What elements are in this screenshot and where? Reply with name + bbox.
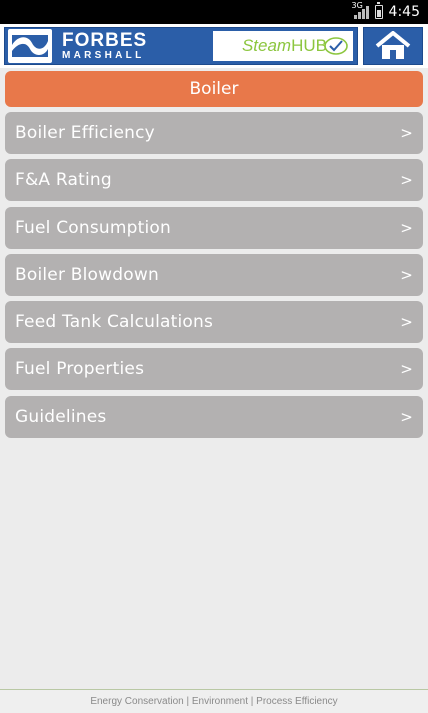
chevron-right-icon: >	[400, 407, 413, 426]
menu-item-guidelines[interactable]: Guidelines >	[5, 395, 423, 438]
steamhub-logo: Steam HUB	[213, 31, 353, 61]
brand-name: FORBES MARSHALL	[62, 31, 147, 61]
chevron-right-icon: >	[400, 124, 413, 142]
signal-icon: 3G	[352, 1, 369, 19]
check-circle-icon	[324, 37, 348, 55]
chevron-right-icon: >	[400, 218, 413, 237]
menu-item-label: F&A Rating	[15, 170, 112, 191]
chevron-right-icon: >	[400, 265, 413, 284]
section-title: Boiler	[5, 71, 423, 107]
menu-item-feed-tank-calculations[interactable]: Feed Tank Calculations >	[5, 301, 423, 344]
home-button[interactable]	[363, 27, 423, 65]
footer-tagline: Energy Conservation | Environment | Proc…	[0, 689, 428, 713]
menu-item-label: Boiler Efficiency	[15, 123, 155, 143]
menu-list: Boiler Efficiency > F&A Rating > Fuel Co…	[5, 112, 423, 443]
brand-banner: FORBES MARSHALL Steam HUB	[4, 27, 358, 65]
steamhub-steam: Steam	[241, 36, 292, 55]
battery-icon	[374, 2, 383, 19]
chevron-right-icon: >	[400, 171, 413, 190]
brand-line-2: MARSHALL	[62, 50, 145, 61]
network-type: 3G	[351, 1, 363, 10]
menu-item-fuel-properties[interactable]: Fuel Properties >	[5, 348, 423, 391]
app-header: FORBES MARSHALL Steam HUB	[0, 24, 428, 68]
menu-item-label: Fuel Properties	[15, 359, 145, 380]
menu-item-fa-rating[interactable]: F&A Rating >	[5, 159, 423, 202]
menu-item-boiler-blowdown[interactable]: Boiler Blowdown >	[5, 253, 423, 296]
status-bar: 3G 4:45	[0, 0, 428, 24]
home-icon	[375, 31, 411, 59]
forbes-marshall-logo-icon	[8, 29, 52, 63]
menu-item-label: Feed Tank Calculations	[15, 312, 214, 333]
menu-item-boiler-efficiency[interactable]: Boiler Efficiency >	[5, 112, 423, 154]
menu-item-fuel-consumption[interactable]: Fuel Consumption >	[5, 206, 423, 249]
steamhub-hub: HUB	[291, 36, 327, 55]
menu-item-label: Boiler Blowdown	[15, 264, 159, 285]
brand-line-1: FORBES	[62, 30, 148, 51]
chevron-right-icon: >	[400, 313, 413, 332]
status-time: 4:45	[388, 4, 420, 20]
menu-item-label: Guidelines	[15, 406, 107, 427]
menu-item-label: Fuel Consumption	[15, 217, 172, 238]
chevron-right-icon: >	[400, 360, 413, 379]
